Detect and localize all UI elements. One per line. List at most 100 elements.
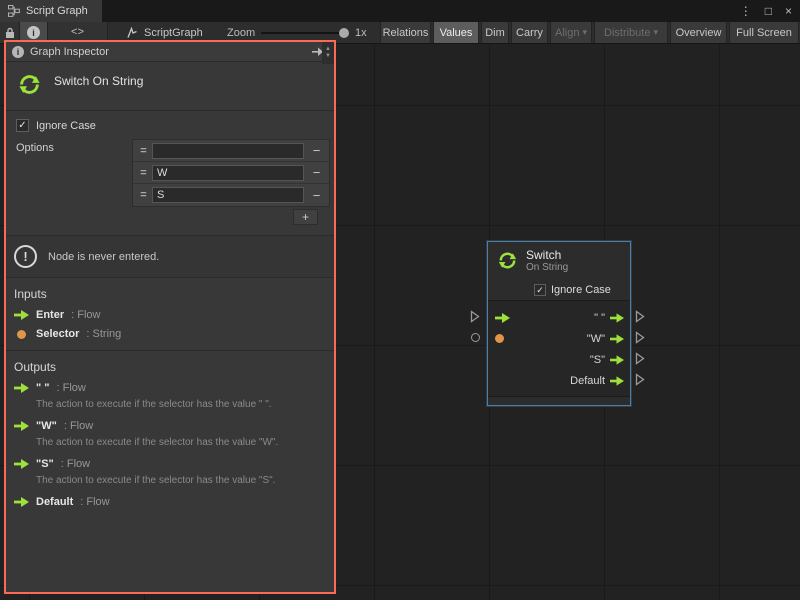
node-port-row: "S"	[488, 349, 630, 370]
output-port-label: "W"	[587, 333, 605, 345]
node-header: Switch On String	[488, 242, 630, 280]
options-list: = − = − = −	[132, 139, 330, 207]
option-item: = −	[133, 184, 329, 206]
option-value-input[interactable]	[152, 165, 304, 181]
flow-arrow-icon	[14, 383, 29, 393]
inspector-header[interactable]: i Graph Inspector ▲ ▼	[6, 42, 334, 62]
window-titlebar: Script Graph ⋮ □ ×	[0, 0, 800, 22]
add-option-button[interactable]: +	[293, 209, 318, 225]
string-port-icon	[495, 334, 504, 343]
output-port-w[interactable]: "W"	[587, 333, 630, 345]
flow-arrow-icon	[610, 334, 624, 344]
flow-arrow-icon	[610, 313, 624, 323]
output-connector-triangle-icon[interactable]	[635, 331, 645, 344]
outputs-section-title: Outputs	[6, 350, 334, 379]
port-description: The action to execute if the selector ha…	[6, 474, 334, 493]
remove-option-button[interactable]: −	[304, 188, 329, 203]
port-type: : Flow	[61, 458, 90, 470]
port-type: : Flow	[64, 420, 93, 432]
breadcrumb-label: ScriptGraph	[144, 27, 203, 39]
overview-button[interactable]: Overview	[670, 22, 727, 43]
graph-inspector-panel: i Graph Inspector ▲ ▼ Switch On String ✓…	[4, 40, 336, 594]
info-icon: i	[12, 46, 24, 58]
input-port-row: Selector : String	[6, 325, 334, 344]
port-type: : String	[86, 328, 121, 340]
values-button[interactable]: Values	[433, 22, 479, 43]
tab-script-graph[interactable]: Script Graph	[0, 0, 102, 22]
align-label: Align	[555, 27, 579, 39]
input-connector-circle-icon[interactable]	[471, 333, 480, 342]
options-row: Options = − = − = −	[6, 136, 334, 235]
port-name: Default	[36, 496, 73, 508]
output-port-default[interactable]: Default	[570, 375, 630, 387]
option-value-input[interactable]	[152, 143, 304, 159]
switch-on-string-node[interactable]: Switch On String ✓ Ignore Case " " "	[487, 241, 631, 406]
output-port-label: "S"	[590, 354, 605, 366]
output-port-row: "W" : Flow	[6, 417, 334, 436]
warning-banner: ! Node is never entered.	[6, 235, 334, 278]
output-connector-triangle-icon[interactable]	[635, 352, 645, 365]
selector-port[interactable]	[495, 334, 504, 343]
enter-port[interactable]	[495, 313, 510, 323]
switch-icon	[16, 71, 43, 98]
output-connector-triangle-icon[interactable]	[635, 373, 645, 386]
output-connector-triangle-icon[interactable]	[635, 310, 645, 323]
warning-text: Node is never entered.	[48, 251, 159, 263]
panel-scroll-arrows[interactable]: ▲ ▼	[322, 42, 334, 64]
options-label: Options	[16, 139, 132, 154]
ignore-case-label: Ignore Case	[36, 120, 96, 132]
option-value-input[interactable]	[152, 187, 304, 203]
node-port-row: Default	[488, 370, 630, 391]
remove-option-button[interactable]: −	[304, 143, 329, 158]
node-ignore-case-label: Ignore Case	[551, 284, 611, 296]
relations-button[interactable]: Relations	[380, 22, 431, 43]
output-port-label: " "	[594, 312, 605, 324]
port-type: : Flow	[57, 382, 86, 394]
switch-icon	[496, 249, 519, 272]
output-port-s[interactable]: "S"	[590, 354, 630, 366]
node-title-block: Switch On String	[6, 62, 334, 110]
port-description: The action to execute if the selector ha…	[6, 398, 334, 417]
node-title: Switch	[526, 249, 568, 262]
window-menu-icon[interactable]: ⋮	[740, 4, 752, 18]
zoom-slider[interactable]	[261, 32, 349, 34]
node-port-row: " "	[488, 307, 630, 328]
ignore-case-checkbox[interactable]: ✓	[16, 119, 29, 132]
window-maximize-icon[interactable]: □	[765, 4, 772, 18]
port-type: : Flow	[71, 309, 100, 321]
zoom-slider-knob[interactable]	[339, 28, 349, 38]
output-port-label: Default	[570, 375, 605, 387]
drag-handle-icon[interactable]: =	[135, 167, 152, 179]
input-connector-triangle-icon[interactable]	[470, 310, 480, 323]
drag-handle-icon[interactable]: =	[135, 145, 152, 157]
flow-arrow-icon	[14, 497, 29, 507]
remove-option-button[interactable]: −	[304, 165, 329, 180]
distribute-button[interactable]: Distribute▾	[594, 22, 668, 43]
option-item: = −	[133, 162, 329, 184]
port-type: : Flow	[80, 496, 109, 508]
full-screen-button[interactable]: Full Screen	[729, 22, 799, 43]
caret-down-icon: ▾	[582, 27, 587, 38]
window-close-icon[interactable]: ×	[785, 4, 792, 18]
inputs-section-title: Inputs	[6, 278, 334, 306]
dim-button[interactable]: Dim	[481, 22, 509, 43]
scroll-down-icon[interactable]: ▼	[325, 53, 331, 60]
inspected-node-title: Switch On String	[54, 74, 143, 88]
port-name: "W"	[36, 420, 57, 432]
scroll-up-icon[interactable]: ▲	[325, 46, 331, 53]
port-description: The action to execute if the selector ha…	[6, 436, 334, 455]
flow-arrow-icon	[14, 310, 29, 320]
port-name: Enter	[36, 309, 64, 321]
carry-button[interactable]: Carry	[511, 22, 548, 43]
script-graph-icon	[8, 5, 20, 17]
node-ignore-case-checkbox[interactable]: ✓	[534, 284, 546, 296]
output-port-row: " " : Flow	[6, 379, 334, 398]
flow-arrow-icon	[14, 459, 29, 469]
flow-arrow-icon	[495, 313, 510, 323]
flow-arrow-icon	[14, 421, 29, 431]
drag-handle-icon[interactable]: =	[135, 189, 152, 201]
align-button[interactable]: Align▾	[550, 22, 592, 43]
output-port-space[interactable]: " "	[594, 312, 630, 324]
zoom-value: 1x	[355, 22, 367, 43]
lock-icon	[5, 27, 15, 39]
